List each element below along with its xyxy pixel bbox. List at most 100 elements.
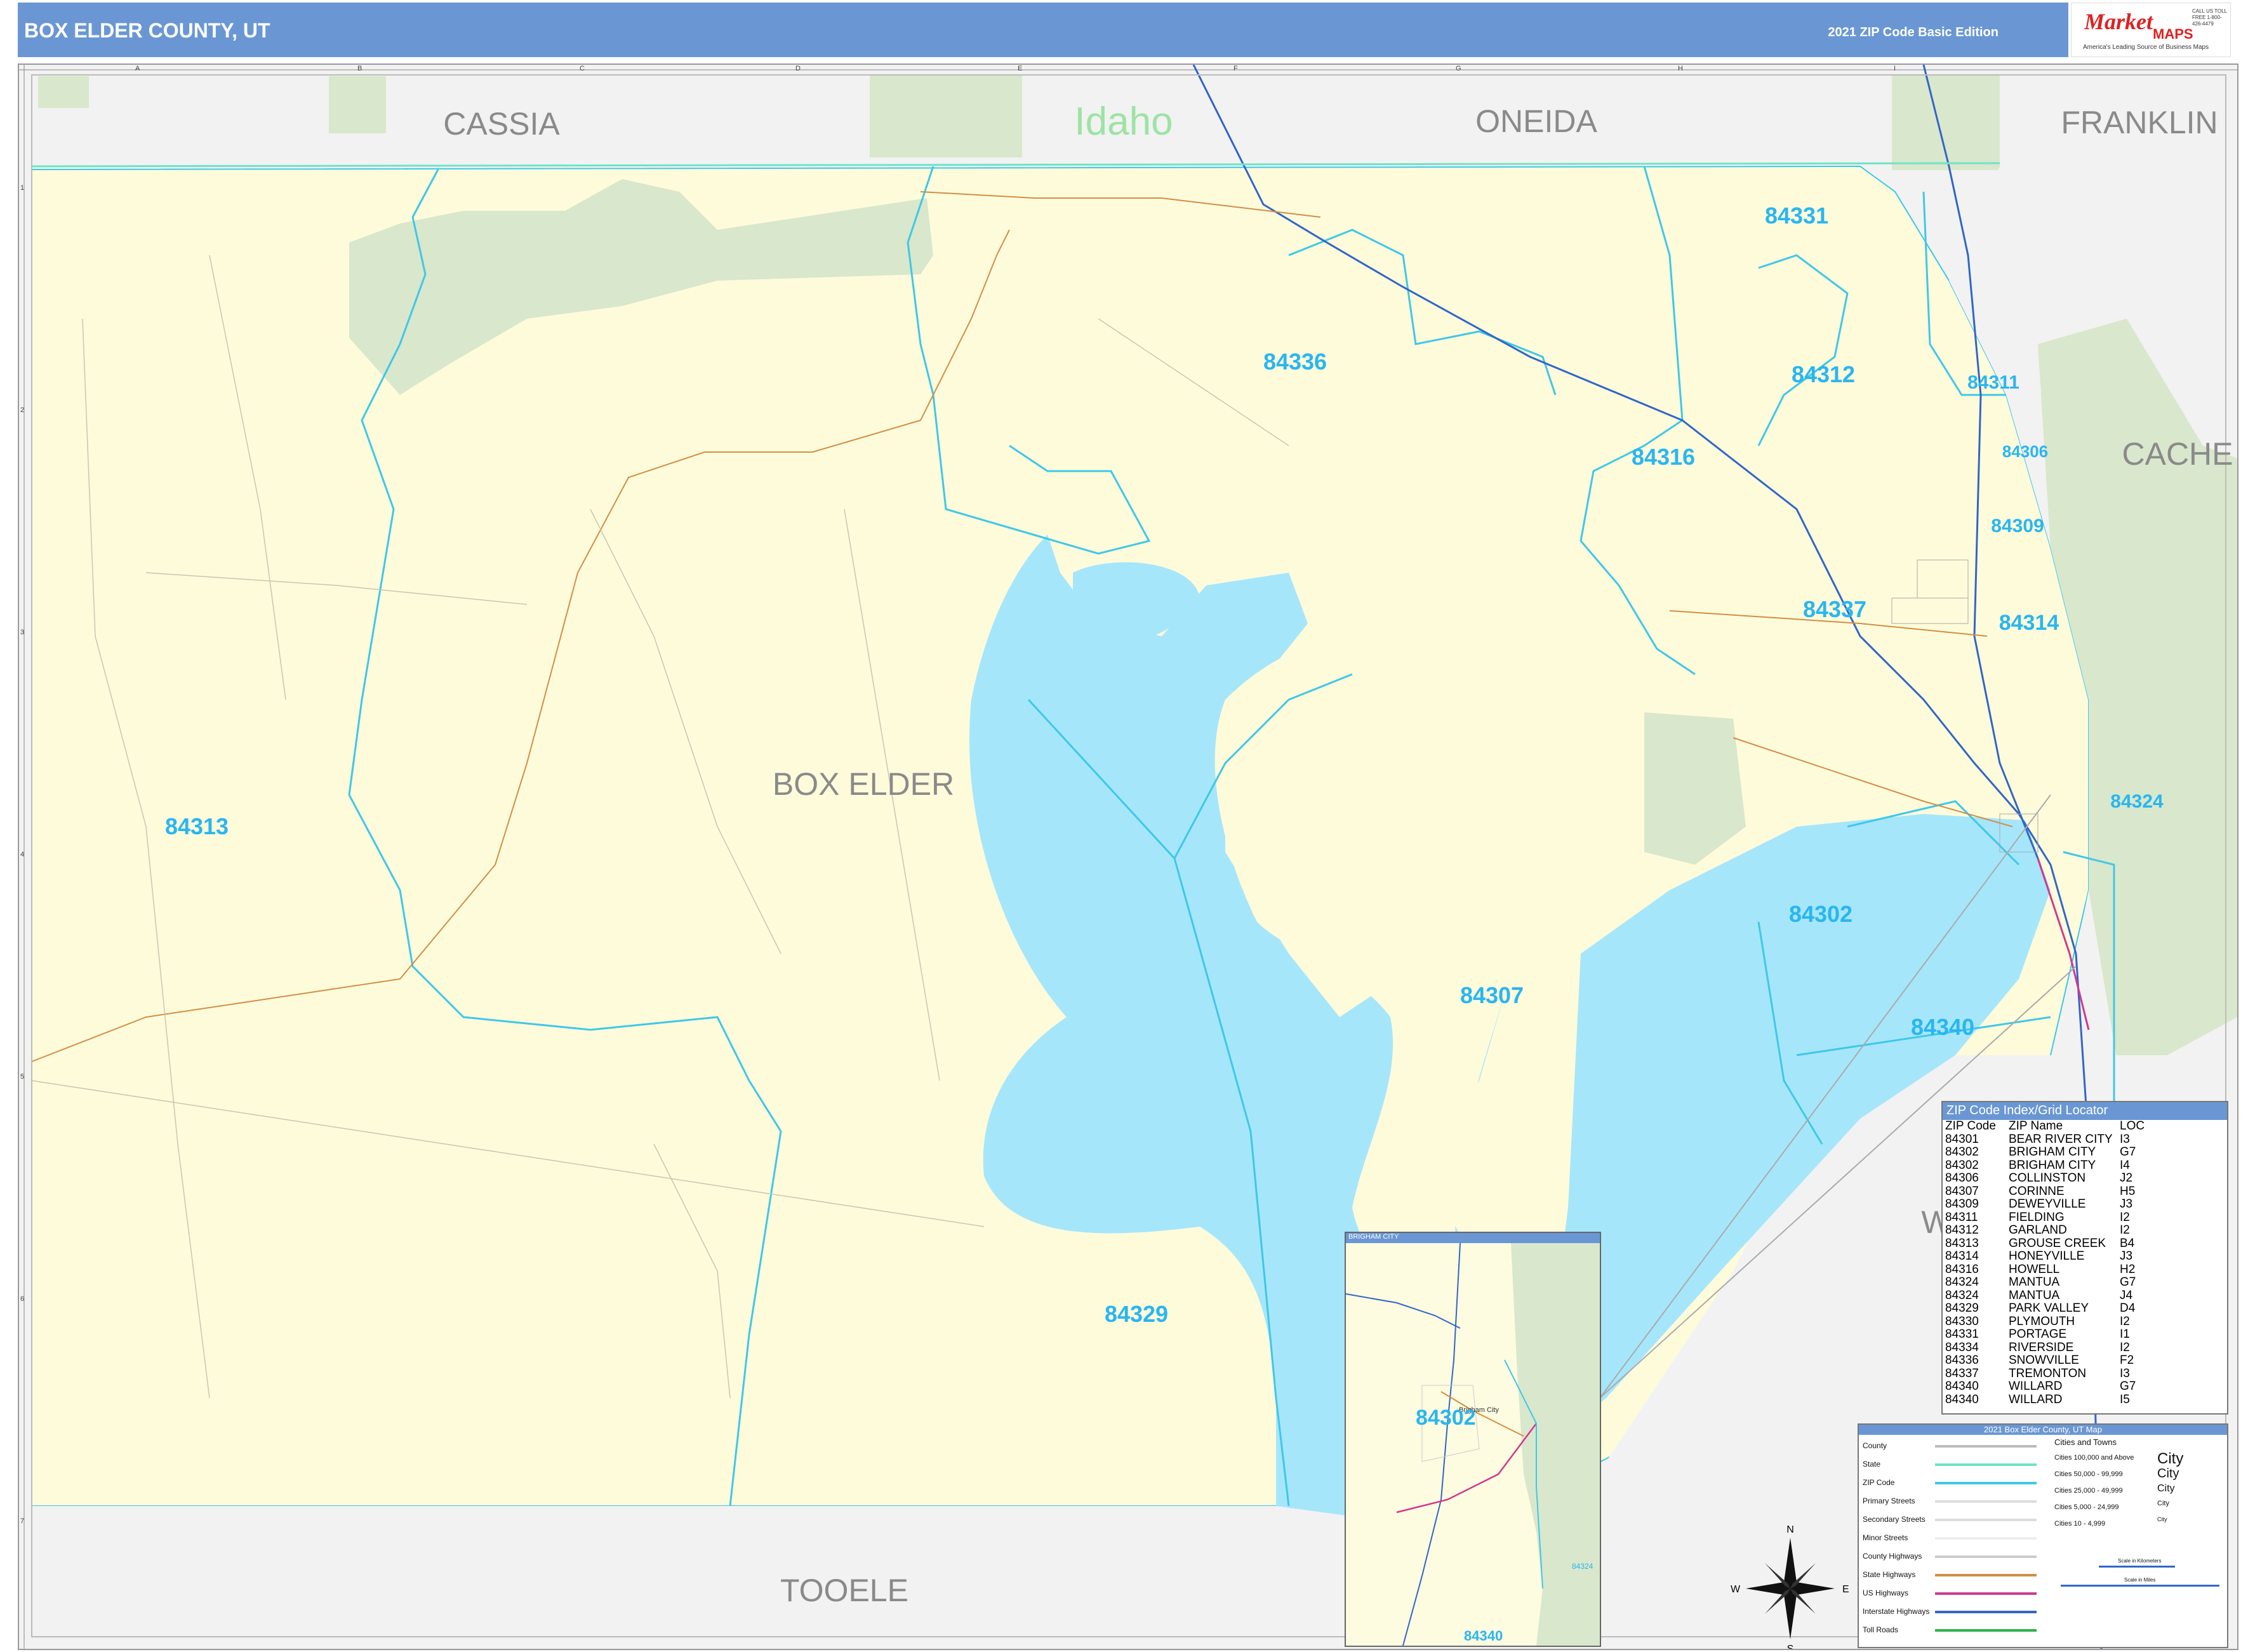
grid-row: 3 xyxy=(20,629,25,636)
zip-code-cell: 84309 xyxy=(1945,1197,1979,1211)
col-header: ZIP Name xyxy=(2009,1119,2063,1133)
zip-name-cell: BRIGHAM CITY xyxy=(2009,1158,2096,1172)
key-line-swatch xyxy=(1935,1555,2037,1558)
zip-code-cell: 84301 xyxy=(1945,1132,1979,1146)
logo-brand: Market xyxy=(2084,9,2153,34)
zip-name-cell: GROUSE CREEK xyxy=(2009,1236,2106,1250)
zip-name-cell: PORTAGE xyxy=(2009,1328,2067,1341)
zip-name-cell: CORINNE xyxy=(2009,1184,2065,1198)
market-maps-logo[interactable]: Market MAPS America's Leading Source of … xyxy=(2071,3,2231,57)
key-city-sample: City xyxy=(2157,1516,2167,1522)
grid-col: C xyxy=(580,65,585,72)
zip-index-row: 84309 DEWEYVILLE J3 xyxy=(1945,1197,2225,1211)
county-map[interactable]: CASSIA Idaho ONEIDA FRANKLIN CACHE BOX E… xyxy=(19,64,2237,1652)
key-line-label: County xyxy=(1863,1441,1887,1450)
zip-name-cell: WILLARD xyxy=(2009,1380,2063,1393)
zip-name-cell: TREMONTON xyxy=(2009,1366,2087,1380)
zip-label: 84340 xyxy=(1911,1014,1974,1040)
inset-zip-main: 84302 xyxy=(1416,1406,1476,1430)
key-scale-mi: Scale in Miles xyxy=(2124,1577,2156,1583)
zip-label: 84311 xyxy=(1967,372,2019,393)
map-title: BOX ELDER COUNTY, UT xyxy=(24,19,270,42)
grid-row: 1 xyxy=(20,184,25,192)
zip-label: 84312 xyxy=(1792,361,1855,387)
key-cities-header: Cities and Towns xyxy=(2054,1437,2117,1447)
key-line-swatch xyxy=(1935,1611,2037,1613)
key-line-label: Interstate Highways xyxy=(1863,1607,1930,1616)
loc-cell: D4 xyxy=(2120,1302,2136,1315)
grid-row: 2 xyxy=(20,406,25,414)
logo-phone: CALL US TOLL FREE 1-800-426-4479 xyxy=(2192,8,2227,27)
forest-patch xyxy=(329,76,386,133)
edition-label: 2021 ZIP Code Basic Edition xyxy=(1828,25,1999,39)
zip-index-row: 84329 PARK VALLEY D4 xyxy=(1945,1302,2225,1316)
zip-label: 84313 xyxy=(165,813,229,839)
key-line-swatch xyxy=(1935,1574,2037,1576)
zip-name-cell: RIVERSIDE xyxy=(2009,1340,2074,1354)
zip-index-header-row: ZIP Code ZIP Name LOC xyxy=(1945,1119,2225,1133)
zip-name-cell: SNOWVILLE xyxy=(2009,1354,2079,1367)
key-line-label: State xyxy=(1863,1460,1881,1469)
zip-index-row: 84340 WILLARD G7 xyxy=(1945,1380,2225,1394)
logo-tagline: America's Leading Source of Business Map… xyxy=(2083,44,2209,51)
grid-col: B xyxy=(357,65,362,72)
zip-code-cell: 84312 xyxy=(1945,1223,1979,1237)
zip-index-row: 84312 GARLAND I2 xyxy=(1945,1223,2225,1237)
zip-name-cell: BEAR RIVER CITY xyxy=(2009,1132,2113,1146)
zip-label: 84307 xyxy=(1460,982,1524,1008)
key-line-swatch xyxy=(1935,1519,2037,1521)
zip-label: 84302 xyxy=(1789,901,1852,927)
grid-row: 6 xyxy=(20,1295,25,1303)
zip-code-cell: 84306 xyxy=(1945,1171,1979,1185)
key-city-label: Cities 100,000 and Above xyxy=(2054,1454,2134,1462)
label-box-elder: BOX ELDER xyxy=(773,766,954,802)
inset-title: BRIGHAM CITY xyxy=(1346,1233,1600,1243)
key-line-swatch xyxy=(1935,1537,2037,1540)
zip-label: 84324 xyxy=(2110,791,2164,812)
compass-w: W xyxy=(1731,1584,1741,1595)
grid-col: E xyxy=(1018,65,1023,72)
key-line-label: Primary Streets xyxy=(1863,1496,1915,1505)
map-key: 2021 Box Elder County, UT Map County Stat… xyxy=(1858,1423,2228,1648)
key-city-label: Cities 5,000 - 24,999 xyxy=(2054,1503,2119,1511)
zip-name-cell: HOWELL xyxy=(2009,1262,2060,1276)
loc-cell: I5 xyxy=(2120,1392,2130,1406)
label-cassia: CASSIA xyxy=(443,106,560,142)
grid-col: D xyxy=(795,65,801,72)
loc-cell: J2 xyxy=(2120,1171,2133,1185)
zip-code-cell: 84302 xyxy=(1945,1158,1979,1172)
loc-cell: I2 xyxy=(2120,1314,2130,1328)
loc-cell: J3 xyxy=(2120,1249,2133,1263)
loc-cell: I2 xyxy=(2120,1340,2130,1354)
loc-cell: G7 xyxy=(2120,1276,2136,1289)
loc-cell: I2 xyxy=(2120,1210,2130,1224)
key-line-label: US Highways xyxy=(1863,1589,1909,1597)
forest-patch xyxy=(38,76,89,108)
grid-row: 7 xyxy=(20,1517,25,1525)
zip-index-row: 84334 RIVERSIDE I2 xyxy=(1945,1340,2225,1355)
zip-code-cell: 84307 xyxy=(1945,1184,1979,1198)
zip-label: 84316 xyxy=(1632,444,1695,470)
scale-bar-mi xyxy=(2061,1585,2219,1587)
map-frame[interactable]: CASSIA Idaho ONEIDA FRANKLIN CACHE BOX E… xyxy=(18,63,2238,1652)
zip-index-title: ZIP Code Index/Grid Locator xyxy=(1943,1102,2227,1120)
zip-code-cell: 84334 xyxy=(1945,1340,1979,1354)
zip-index-row: 84324 MANTUA J4 xyxy=(1945,1289,2225,1303)
loc-cell: H5 xyxy=(2120,1184,2136,1198)
zip-code-cell: 84314 xyxy=(1945,1249,1979,1263)
key-line-label: State Highways xyxy=(1863,1570,1916,1579)
key-line-swatch xyxy=(1935,1592,2037,1595)
key-city-sample: City xyxy=(2157,1483,2175,1494)
logo-maps: MAPS xyxy=(2153,26,2193,42)
key-line-label: County Highways xyxy=(1863,1552,1922,1561)
zip-code-cell: 84302 xyxy=(1945,1145,1979,1159)
zip-name-cell: PLYMOUTH xyxy=(2009,1314,2075,1328)
zip-label: 84337 xyxy=(1803,596,1866,622)
grid-row: 5 xyxy=(20,1073,25,1081)
zip-label: 84306 xyxy=(2002,442,2048,461)
grid-row: 4 xyxy=(20,851,25,858)
zip-index-row: 84313 GROUSE CREEK B4 xyxy=(1945,1237,2225,1251)
col-header: LOC xyxy=(2120,1119,2145,1133)
brigham-city-inset[interactable]: BRIGHAM CITY Brigham City 84302 84324 84… xyxy=(1345,1232,1601,1647)
zip-name-cell: COLLINSTON xyxy=(2009,1171,2086,1185)
